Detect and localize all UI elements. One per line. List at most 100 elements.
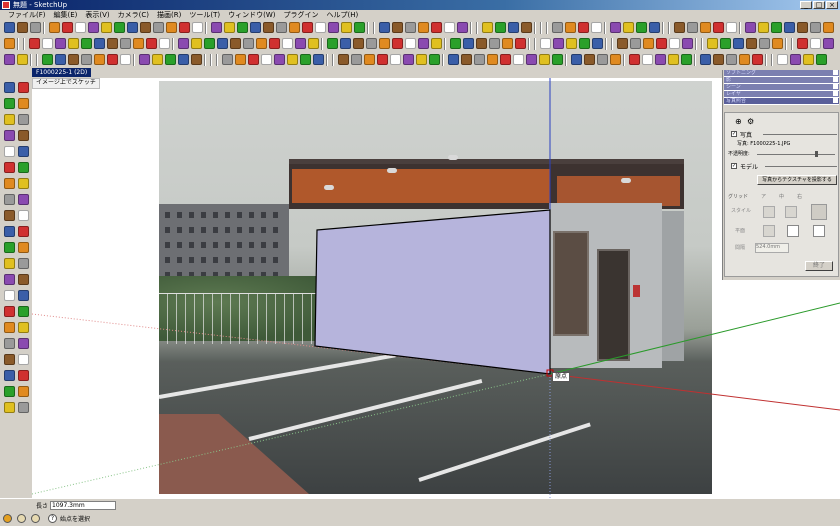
tool-palette-icon[interactable] <box>18 146 29 157</box>
toolbar-tool-icon[interactable] <box>752 54 763 65</box>
toolbar-tool-icon[interactable] <box>178 54 189 65</box>
document-tab[interactable]: F1000225-1 (2D) <box>32 68 92 77</box>
toolbar-tool-icon[interactable] <box>578 22 589 33</box>
toolbar-tool-icon[interactable] <box>191 54 202 65</box>
toolbar-tool-icon[interactable] <box>165 54 176 65</box>
toolbar-tool-icon[interactable] <box>204 38 215 49</box>
toolbar-tool-icon[interactable] <box>777 54 788 65</box>
tool-palette-icon[interactable] <box>18 290 29 301</box>
toolbar-tool-icon[interactable] <box>224 22 235 33</box>
toolbar-tool-icon[interactable] <box>302 22 313 33</box>
toolbar-tool-icon[interactable] <box>474 54 485 65</box>
help-icon[interactable]: ? <box>48 514 57 523</box>
toolbar-tool-icon[interactable] <box>700 54 711 65</box>
toolbar-tool-icon[interactable] <box>797 38 808 49</box>
toolbar-tool-icon[interactable] <box>566 38 577 49</box>
toolbar-tool-icon[interactable] <box>656 38 667 49</box>
toolbar-tool-icon[interactable] <box>584 54 595 65</box>
done-button[interactable]: 終了 <box>805 261 833 271</box>
toolbar-tool-icon[interactable] <box>642 54 653 65</box>
toolbar-tool-icon[interactable] <box>379 38 390 49</box>
grid-style-icon[interactable] <box>785 206 797 218</box>
toolbar-tool-icon[interactable] <box>211 22 222 33</box>
toolbar-tool-icon[interactable] <box>674 22 685 33</box>
toolbar-tool-icon[interactable] <box>289 22 300 33</box>
toolbar-tool-icon[interactable] <box>746 38 757 49</box>
toolbar-tool-icon[interactable] <box>68 38 79 49</box>
maximize-button[interactable]: □ <box>813 1 825 9</box>
toolbar-tool-icon[interactable] <box>17 22 28 33</box>
toolbar-tool-icon[interactable] <box>713 54 724 65</box>
tool-palette-icon[interactable] <box>18 162 29 173</box>
tool-palette-icon[interactable] <box>18 178 29 189</box>
toolbar-tool-icon[interactable] <box>823 38 834 49</box>
toolbar-tool-icon[interactable] <box>592 38 603 49</box>
toolbar-tool-icon[interactable] <box>341 22 352 33</box>
model-checkbox[interactable]: ✓ <box>731 163 737 169</box>
toolbar-tool-icon[interactable] <box>364 54 375 65</box>
tool-palette-icon[interactable] <box>18 194 29 205</box>
toolbar-tool-icon[interactable] <box>431 22 442 33</box>
toolbar-tool-icon[interactable] <box>668 54 679 65</box>
toolbar-tool-icon[interactable] <box>140 22 151 33</box>
toolbar-tool-icon[interactable] <box>354 22 365 33</box>
toolbar-tool-icon[interactable] <box>591 22 602 33</box>
toolbar-tool-icon[interactable] <box>726 54 737 65</box>
toolbar-tool-icon[interactable] <box>75 22 86 33</box>
photo-checkbox[interactable]: ✓ <box>731 131 737 137</box>
toolbar-tool-icon[interactable] <box>687 22 698 33</box>
tool-palette-icon[interactable] <box>4 306 15 317</box>
tool-palette-icon[interactable] <box>4 322 15 333</box>
toolbar-tool-icon[interactable] <box>552 22 563 33</box>
toolbar-tool-icon[interactable] <box>295 38 306 49</box>
toolbar-tool-icon[interactable] <box>4 22 15 33</box>
toolbar-tool-icon[interactable] <box>669 38 680 49</box>
toolbar-tool-icon[interactable] <box>353 38 364 49</box>
gear-icon[interactable]: ⚙ <box>747 117 754 126</box>
toolbar-tool-icon[interactable] <box>192 22 203 33</box>
toolbar-tool-icon[interactable] <box>261 54 272 65</box>
tool-palette-icon[interactable] <box>4 386 15 397</box>
tray-bar-shadows[interactable]: 影 <box>724 77 839 84</box>
toolbar-tool-icon[interactable] <box>526 54 537 65</box>
tool-palette-icon[interactable] <box>4 194 15 205</box>
toolbar-tool-icon[interactable] <box>553 38 564 49</box>
toolbar-tool-icon[interactable] <box>771 22 782 33</box>
toolbar-tool-icon[interactable] <box>489 38 500 49</box>
tool-palette-icon[interactable] <box>4 178 15 189</box>
toolbar-tool-icon[interactable] <box>429 54 440 65</box>
toolbar-tool-icon[interactable] <box>495 22 506 33</box>
tray-bar-softening[interactable]: ソフトニング <box>724 70 839 77</box>
toolbar-tool-icon[interactable] <box>256 38 267 49</box>
tool-palette-icon[interactable] <box>18 98 29 109</box>
toolbar-tool-icon[interactable] <box>720 38 731 49</box>
toolbar-tool-icon[interactable] <box>739 54 750 65</box>
tool-palette-icon[interactable] <box>4 338 15 349</box>
toolbar-tool-icon[interactable] <box>502 38 513 49</box>
toolbar-tool-icon[interactable] <box>300 54 311 65</box>
toolbar-tool-icon[interactable] <box>418 22 429 33</box>
toolbar-tool-icon[interactable] <box>597 54 608 65</box>
toolbar-tool-icon[interactable] <box>263 22 274 33</box>
toolbar-tool-icon[interactable] <box>230 38 241 49</box>
toolbar-tool-icon[interactable] <box>107 54 118 65</box>
toolbar-tool-icon[interactable] <box>120 38 131 49</box>
toolbar-tool-icon[interactable] <box>179 22 190 33</box>
grid-plane-icon[interactable] <box>813 225 825 237</box>
toolbar-tool-icon[interactable] <box>772 38 783 49</box>
instructor-icon[interactable] <box>31 514 40 523</box>
tool-palette-icon[interactable] <box>18 258 29 269</box>
toolbar-tool-icon[interactable] <box>178 38 189 49</box>
tool-palette-icon[interactable] <box>18 354 29 365</box>
tool-palette-icon[interactable] <box>18 306 29 317</box>
toolbar-tool-icon[interactable] <box>42 38 53 49</box>
tool-palette-icon[interactable] <box>18 386 29 397</box>
menu-edit[interactable]: 編集(E) <box>50 10 82 20</box>
toolbar-tool-icon[interactable] <box>713 22 724 33</box>
tool-palette-icon[interactable] <box>18 210 29 221</box>
toolbar-tool-icon[interactable] <box>733 38 744 49</box>
toolbar-tool-icon[interactable] <box>515 38 526 49</box>
tool-palette-icon[interactable] <box>18 82 29 93</box>
toolbar-tool-icon[interactable] <box>235 54 246 65</box>
toolbar-tool-icon[interactable] <box>448 54 459 65</box>
